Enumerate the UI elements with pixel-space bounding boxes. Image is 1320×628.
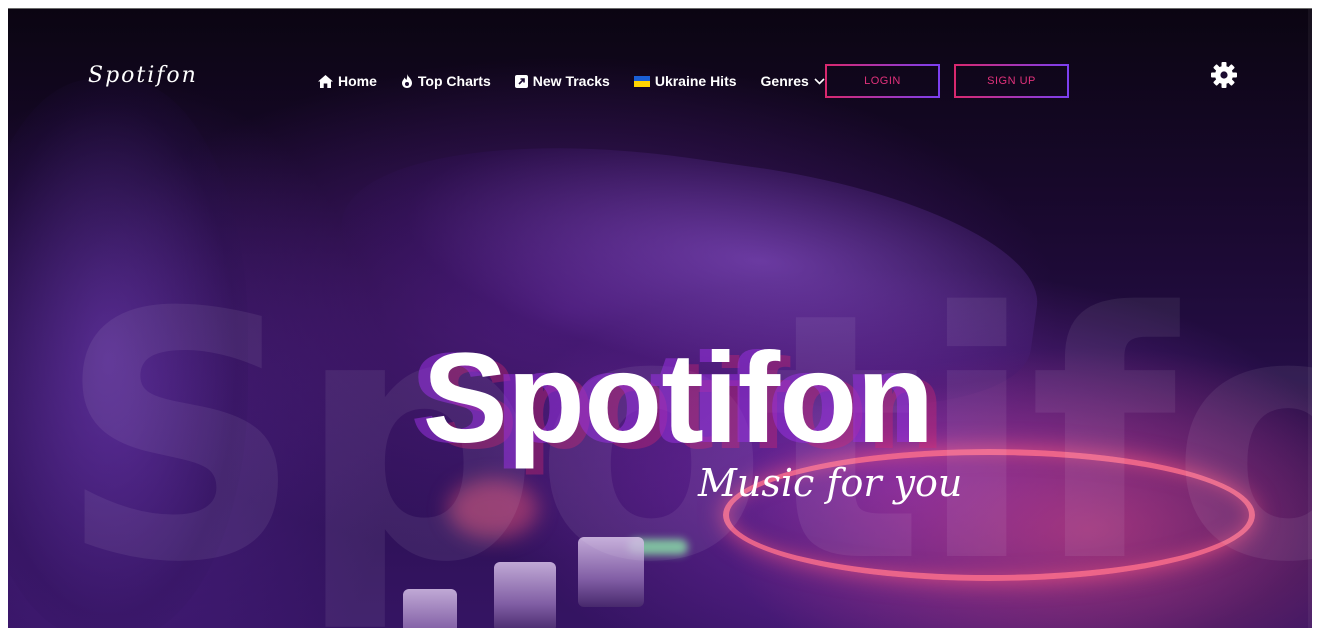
nav-item-ukraine-hits[interactable]: Ukraine Hits: [633, 73, 737, 89]
login-button[interactable]: LOGIN: [825, 64, 940, 98]
nav-item-label: Home: [338, 73, 377, 89]
nav-item-new-tracks[interactable]: New Tracks: [514, 73, 610, 89]
hero-title: Spotifon: [422, 327, 935, 470]
scrollbar[interactable]: [1308, 9, 1312, 628]
nav-item-label: Genres: [760, 73, 809, 89]
main-nav: Home Top Charts New Tracks Ukraine Hits …: [318, 61, 849, 101]
site-logo[interactable]: Spotifon: [88, 63, 198, 88]
nav-item-genres[interactable]: Genres: [761, 73, 825, 89]
fire-icon: [401, 74, 413, 88]
home-icon: [318, 74, 333, 88]
signup-button[interactable]: SIGN UP: [954, 64, 1069, 98]
nav-item-label: Top Charts: [417, 73, 491, 89]
chevron-down-icon: [814, 77, 825, 85]
nav-item-home[interactable]: Home: [318, 73, 377, 89]
ukraine-flag-icon: [633, 75, 650, 87]
nav-item-label: New Tracks: [532, 73, 610, 89]
nav-item-top-charts[interactable]: Top Charts: [401, 73, 491, 89]
arrow-up-right-square-icon: [514, 74, 528, 88]
hero-subtitle: Music for you: [698, 461, 963, 505]
nav-item-label: Ukraine Hits: [654, 73, 737, 89]
gear-icon[interactable]: [1210, 61, 1238, 89]
hero-section: Spotifon Spotifon Home Top Charts New Tr…: [8, 8, 1312, 628]
